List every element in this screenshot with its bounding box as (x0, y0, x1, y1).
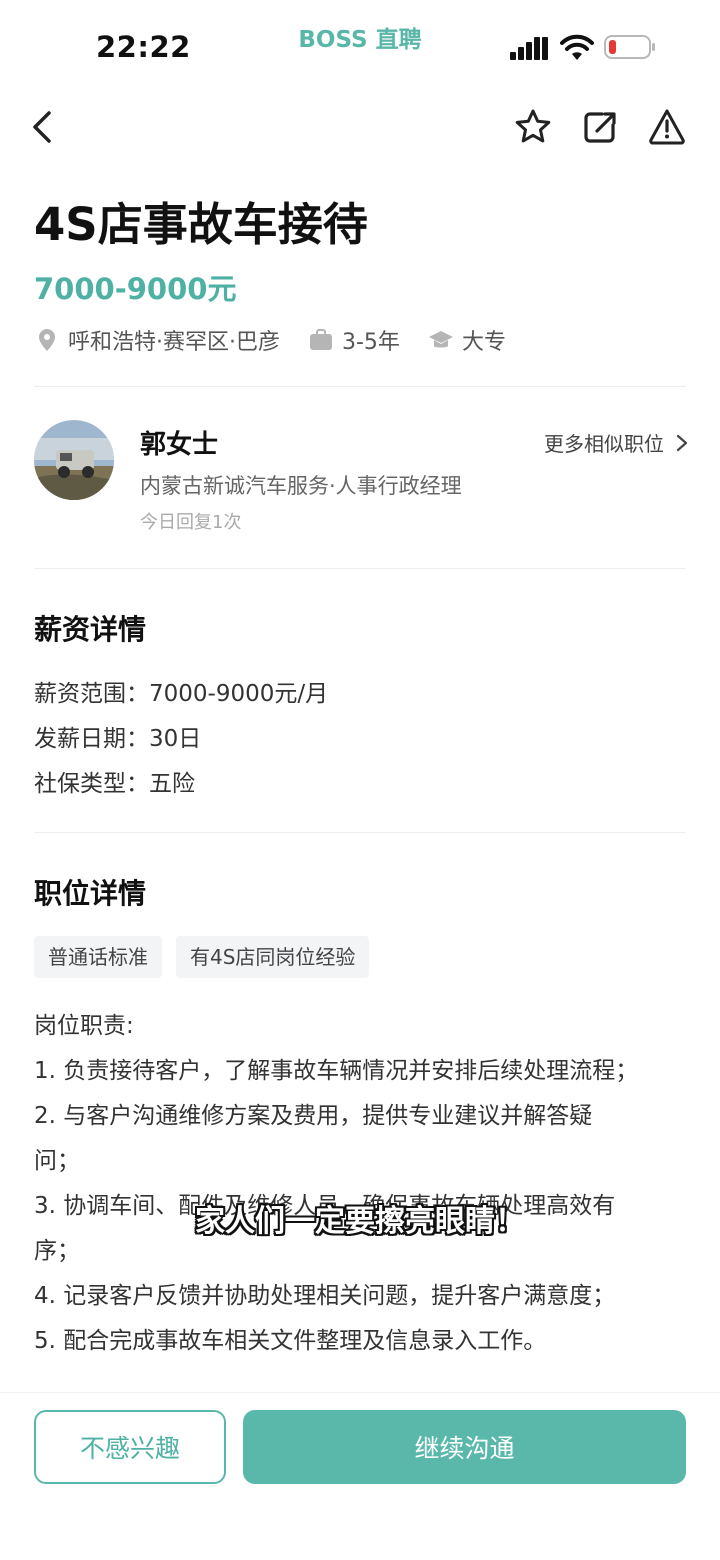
favorite-button[interactable] (510, 104, 556, 150)
job-location-text: 呼和浩特·赛罕区·巴彦 (68, 330, 280, 355)
report-button[interactable] (644, 104, 690, 150)
divider (34, 386, 686, 387)
tag: 普通话标准 (34, 936, 162, 978)
location-pin-icon (39, 329, 55, 351)
job-experience-text: 3-5年 (342, 330, 400, 355)
avatar[interactable] (34, 420, 114, 500)
signal-icon (510, 37, 548, 60)
duty-line: 4. 记录客户反馈并协助处理相关问题，提升客户满意度； (34, 1283, 616, 1309)
recruiter-company: 内蒙古新诚汽车服务·人事行政经理 (140, 474, 462, 498)
job-experience: 3-5年 (308, 324, 400, 356)
recruiter-reply-count: 今日回复1次 (140, 512, 242, 533)
pay-day: 发薪日期：30日 (34, 726, 202, 752)
divider (34, 832, 686, 833)
job-salary: 7000-9000元 (34, 272, 237, 306)
job-title: 4S店事故车接待 (34, 198, 368, 251)
share-icon (584, 112, 616, 143)
status-bar: 22:22 BOSS 直聘 (0, 0, 720, 90)
chevron-right-icon (676, 434, 688, 451)
graduation-cap-icon (428, 331, 453, 348)
duty-line: 2. 与客户沟通维修方案及费用，提供专业建议并解答疑 (34, 1103, 593, 1129)
battery-icon (604, 35, 655, 59)
tag: 有4S店同岗位经验 (176, 936, 370, 978)
video-caption: 家人们一定要擦亮眼睛！ (195, 1204, 525, 1239)
recruiter-name: 郭女士 (140, 430, 219, 460)
salary-range: 薪资范围：7000-9000元/月 (34, 681, 329, 707)
not-interested-button[interactable]: 不感兴趣 (34, 1410, 226, 1484)
more-similar-jobs-link[interactable]: 更多相似职位 (544, 428, 692, 457)
divider (34, 568, 686, 569)
star-icon (515, 109, 551, 143)
wifi-icon (560, 34, 594, 60)
duty-line: 1. 负责接待客户，了解事故车辆情况并安排后续处理流程； (34, 1058, 639, 1084)
warning-icon (649, 109, 685, 145)
insurance-type: 社保类型：五险 (34, 771, 195, 797)
avatar-image (34, 420, 114, 500)
duties-heading: 岗位职责: (34, 1013, 134, 1039)
job-duties: 岗位职责: 1. 负责接待客户，了解事故车辆情况并安排后续处理流程； 2. 与客… (34, 1004, 684, 1364)
job-education: 大专 (428, 324, 506, 356)
duty-line: 问； (34, 1148, 80, 1174)
chevron-left-icon (33, 111, 51, 143)
briefcase-icon (310, 329, 332, 350)
continue-chat-button[interactable]: 继续沟通 (243, 1410, 686, 1484)
back-button[interactable] (20, 104, 66, 150)
job-location: 呼和浩特·赛罕区·巴彦 (34, 324, 280, 356)
job-meta: 呼和浩特·赛罕区·巴彦 3-5年 大专 (34, 322, 534, 358)
duty-line: 5. 配合完成事故车相关文件整理及信息录入工作。 (34, 1328, 547, 1354)
requirement-tags: 普通话标准 有4S店同岗位经验 (34, 936, 383, 978)
share-button[interactable] (577, 104, 623, 150)
salary-section-title: 薪资详情 (34, 613, 147, 646)
more-similar-label: 更多相似职位 (544, 432, 664, 456)
position-section-title: 职位详情 (34, 877, 147, 910)
job-education-text: 大专 (461, 330, 506, 355)
